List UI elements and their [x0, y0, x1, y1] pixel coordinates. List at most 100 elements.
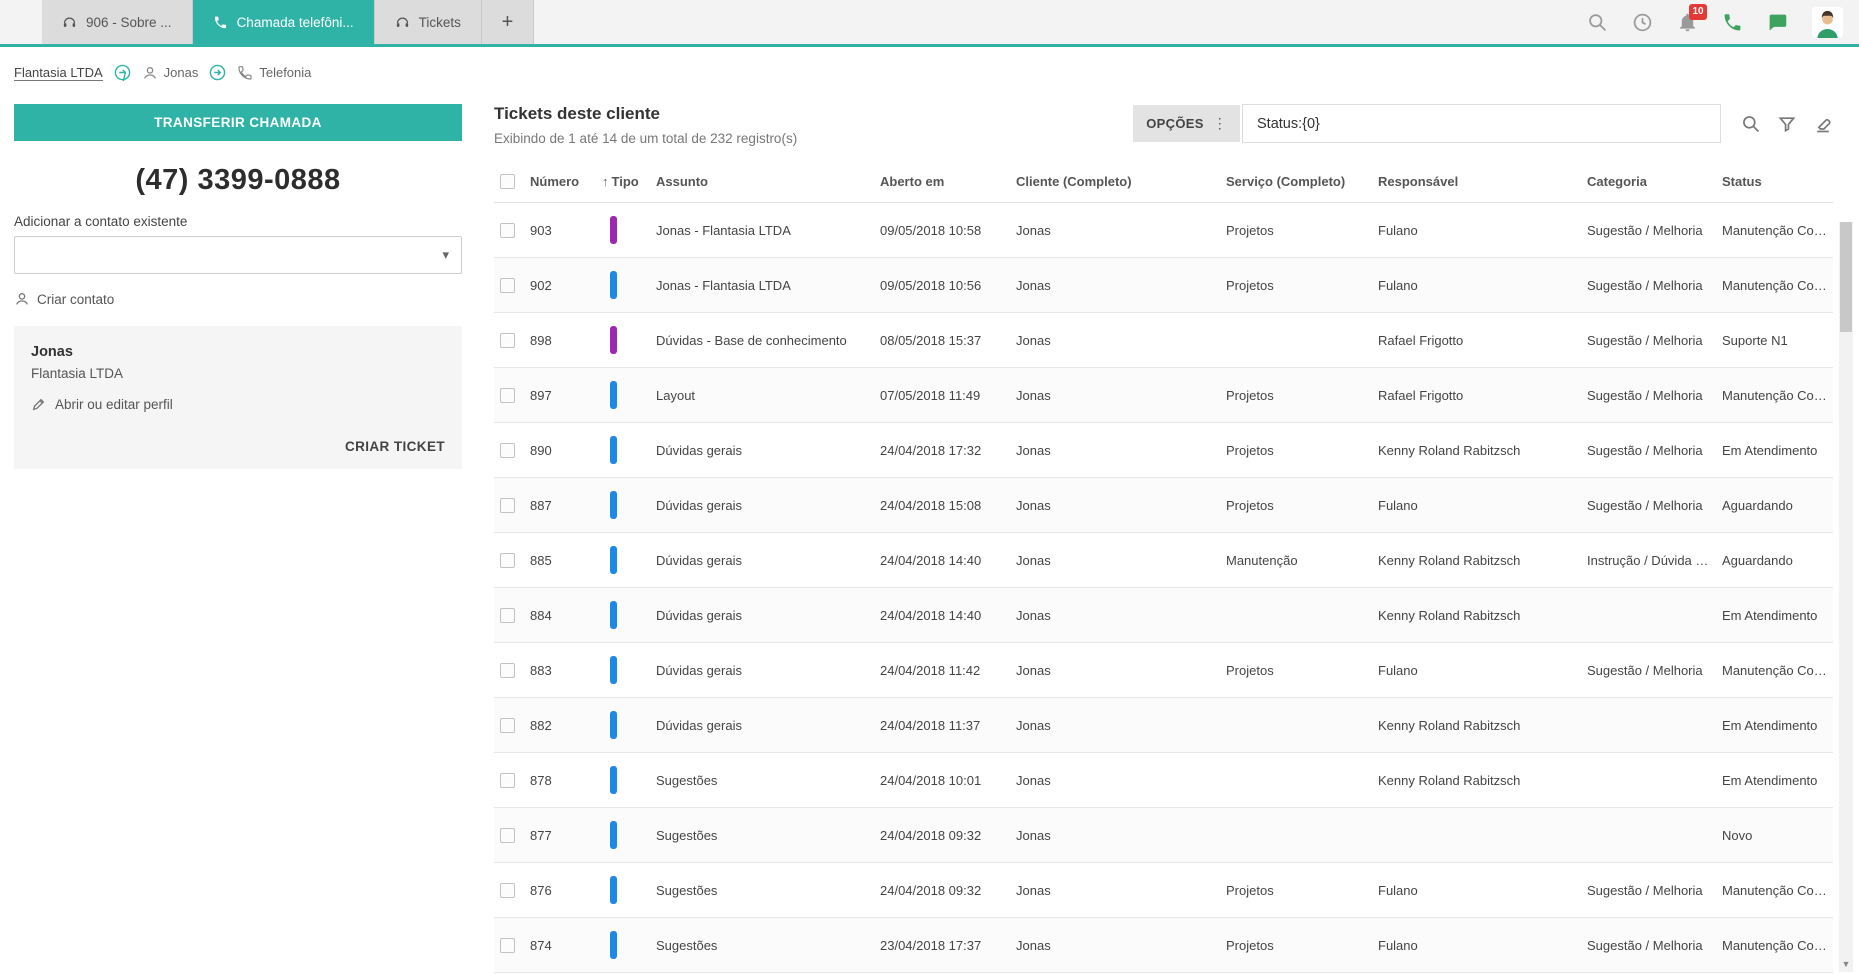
transfer-call-button[interactable]: TRANSFERIR CHAMADA: [14, 104, 462, 141]
ticket-assignee: Fulano: [1372, 917, 1581, 974]
row-checkbox[interactable]: [500, 278, 515, 294]
arrow-circle-icon: [210, 64, 226, 81]
tab-label: 906 - Sobre ...: [86, 14, 172, 30]
notification-count-badge: 10: [1689, 3, 1707, 20]
create-contact-link[interactable]: Criar contato: [14, 291, 114, 307]
table-row[interactable]: 874 Sugestões 23/04/2018 17:37 Jonas Pro…: [494, 917, 1833, 974]
table-header-row: Número ↑ Tipo Assunto Aberto em Cliente (…: [494, 167, 1833, 204]
table-row[interactable]: 878 Sugestões 24/04/2018 10:01 Jonas Ken…: [494, 752, 1833, 809]
col-tipo[interactable]: ↑ Tipo: [596, 167, 650, 204]
search-icon[interactable]: [1741, 114, 1761, 134]
row-checkbox[interactable]: [500, 443, 515, 459]
ticket-number: 878: [524, 752, 596, 809]
edit-profile-link[interactable]: Abrir ou editar perfil: [31, 396, 173, 412]
table-row[interactable]: 882 Dúvidas gerais 24/04/2018 11:37 Jona…: [494, 697, 1833, 754]
col-aberto-em[interactable]: Aberto em: [874, 167, 1010, 204]
col-responsavel[interactable]: Responsável: [1372, 167, 1581, 204]
col-categoria[interactable]: Categoria: [1581, 167, 1716, 204]
ticket-client: Jonas: [1010, 697, 1220, 754]
col-cliente[interactable]: Cliente (Completo): [1010, 167, 1220, 204]
row-checkbox[interactable]: [500, 498, 515, 514]
table-row[interactable]: 876 Sugestões 24/04/2018 09:32 Jonas Pro…: [494, 862, 1833, 919]
col-servico[interactable]: Serviço (Completo): [1220, 167, 1372, 204]
row-checkbox[interactable]: [500, 773, 515, 789]
ticket-service: Projetos: [1220, 917, 1372, 974]
ticket-client: Jonas: [1010, 587, 1220, 644]
table-row[interactable]: 902 Jonas - Flantasia LTDA 09/05/2018 10…: [494, 257, 1833, 314]
existing-contact-select[interactable]: ▾: [14, 236, 462, 274]
breadcrumb: Flantasia LTDA Jonas Telefonia: [0, 47, 1859, 94]
search-icon[interactable]: [1587, 12, 1608, 33]
ticket-status: Manutenção Corretiva: [1716, 862, 1833, 919]
table-scrollbar[interactable]: ▼: [1839, 222, 1853, 972]
ticket-opened-at: 24/04/2018 11:37: [874, 697, 1010, 754]
create-ticket-button[interactable]: CRIAR TICKET: [31, 439, 445, 454]
arrow-circle-icon: [114, 64, 130, 81]
chat-icon[interactable]: [1767, 12, 1788, 33]
ticket-subject: Dúvidas gerais: [650, 642, 874, 699]
table-row[interactable]: 884 Dúvidas gerais 24/04/2018 14:40 Jona…: [494, 587, 1833, 644]
scrollbar-thumb[interactable]: [1840, 222, 1852, 332]
table-row[interactable]: 890 Dúvidas gerais 24/04/2018 17:32 Jona…: [494, 422, 1833, 479]
col-assunto[interactable]: Assunto: [650, 167, 874, 204]
ticket-number: 890: [524, 422, 596, 479]
row-checkbox[interactable]: [500, 553, 515, 569]
tab-tickets[interactable]: Tickets: [374, 0, 482, 44]
row-checkbox[interactable]: [500, 663, 515, 679]
scrollbar-down-arrow[interactable]: ▼: [1839, 957, 1853, 972]
ticket-subject: Sugestões: [650, 807, 874, 864]
col-numero[interactable]: Número: [524, 167, 596, 204]
breadcrumb-section[interactable]: Telefonia: [237, 65, 311, 81]
tab-ticket-906[interactable]: 906 - Sobre ...: [42, 0, 193, 44]
ticket-number: 897: [524, 367, 596, 424]
contact-company: Flantasia LTDA: [31, 366, 124, 381]
user-avatar[interactable]: [1812, 6, 1843, 38]
breadcrumb-contact[interactable]: Jonas: [142, 65, 198, 81]
table-row[interactable]: 903 Jonas - Flantasia LTDA 09/05/2018 10…: [494, 202, 1833, 259]
options-button[interactable]: OPÇÕES ⋮: [1133, 105, 1240, 142]
ticket-type-indicator: [610, 931, 617, 960]
row-checkbox[interactable]: [500, 333, 515, 349]
ticket-type-indicator: [610, 326, 617, 355]
ticket-client: Jonas: [1010, 532, 1220, 589]
ticket-category: Sugestão / Melhoria: [1581, 202, 1716, 259]
select-all-checkbox[interactable]: [500, 174, 515, 190]
row-checkbox[interactable]: [500, 608, 515, 624]
headset-icon: [63, 17, 76, 27]
ticket-service: [1220, 752, 1372, 809]
row-checkbox[interactable]: [500, 718, 515, 734]
ticket-subject: Sugestões: [650, 862, 874, 919]
ticket-status: Em Atendimento: [1716, 697, 1833, 754]
row-checkbox[interactable]: [500, 883, 515, 899]
new-tab-button[interactable]: +: [481, 0, 534, 44]
table-row[interactable]: 887 Dúvidas gerais 24/04/2018 15:08 Jona…: [494, 477, 1833, 534]
tickets-toolbar: OPÇÕES ⋮: [1133, 104, 1833, 143]
clear-filter-eraser-icon[interactable]: [1813, 114, 1833, 134]
ticket-rows: 903 Jonas - Flantasia LTDA 09/05/2018 10…: [494, 202, 1833, 974]
breadcrumb-company-link[interactable]: Flantasia LTDA: [14, 65, 103, 81]
row-checkbox[interactable]: [500, 828, 515, 844]
chevron-down-icon: ▾: [442, 247, 449, 262]
filter-funnel-icon[interactable]: [1777, 114, 1797, 134]
row-checkbox[interactable]: [500, 938, 515, 954]
table-row[interactable]: 898 Dúvidas - Base de conhecimento 08/05…: [494, 312, 1833, 369]
table-row[interactable]: 877 Sugestões 24/04/2018 09:32 Jonas Nov…: [494, 807, 1833, 864]
ticket-assignee: Kenny Roland Rabitzsch: [1372, 752, 1581, 809]
ticket-subject: Dúvidas gerais: [650, 532, 874, 589]
notifications-bell[interactable]: 10: [1677, 3, 1707, 33]
ticket-filter-input[interactable]: [1242, 104, 1721, 143]
phone-icon[interactable]: [1722, 12, 1743, 33]
table-row[interactable]: 883 Dúvidas gerais 24/04/2018 11:42 Jona…: [494, 642, 1833, 699]
row-checkbox[interactable]: [500, 223, 515, 239]
table-row[interactable]: 897 Layout 07/05/2018 11:49 Jonas Projet…: [494, 367, 1833, 424]
ticket-status: Em Atendimento: [1716, 752, 1833, 809]
ticket-category: Instrução / Dúvida / C...: [1581, 532, 1716, 589]
col-status[interactable]: Status: [1716, 167, 1833, 204]
table-row[interactable]: 885 Dúvidas gerais 24/04/2018 14:40 Jona…: [494, 532, 1833, 589]
tab-phone-call[interactable]: Chamada telefôni...: [192, 0, 375, 44]
history-clock-icon[interactable]: [1632, 12, 1653, 33]
ticket-service: Projetos: [1220, 862, 1372, 919]
ticket-number: 898: [524, 312, 596, 369]
ticket-opened-at: 23/04/2018 17:37: [874, 917, 1010, 974]
row-checkbox[interactable]: [500, 388, 515, 404]
